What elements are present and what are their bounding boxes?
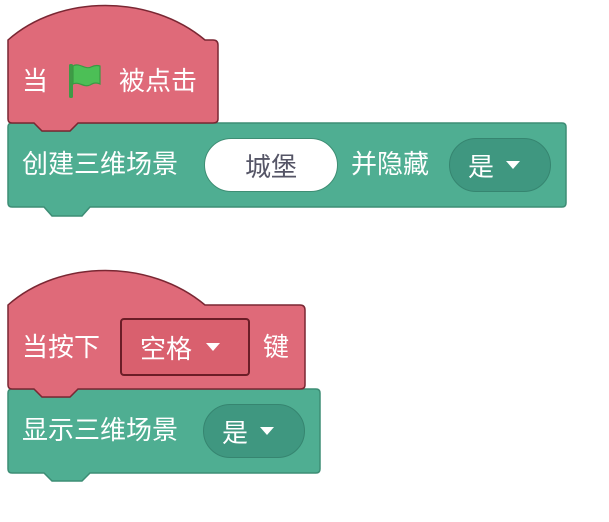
when-key-pressed-label: 当按下 <box>22 333 101 363</box>
key-option-value: 空格 <box>140 334 193 365</box>
code-canvas: 创建三维场景 城堡 并隐藏 是 当 被点击 显示三维场景 是 当按下 空格 键 <box>0 0 609 522</box>
chevron-down-icon <box>206 343 221 351</box>
key-suffix-label: 键 <box>263 333 290 363</box>
key-option-dropdown[interactable]: 空格 <box>120 318 250 376</box>
when-key-pressed-block-shape <box>7 269 306 398</box>
